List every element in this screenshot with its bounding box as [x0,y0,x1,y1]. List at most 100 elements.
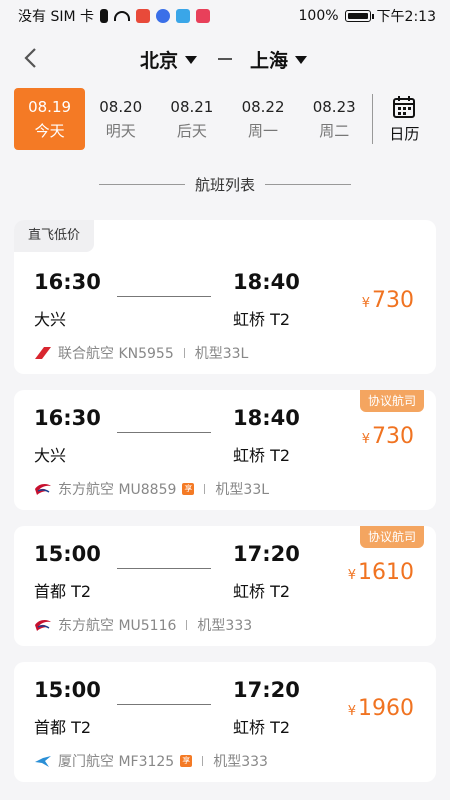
date-value: 08.22 [241,97,285,116]
date-item[interactable]: 08.21 后天 [156,88,227,150]
date-label: 明天 [105,121,136,140]
airline-flight: 东方航空 MU5116 [58,618,177,634]
date-item[interactable]: 08.20 明天 [85,88,156,150]
date-label: 后天 [176,121,207,140]
price-value: 1610 [358,560,414,585]
divider-line [265,184,351,185]
price-value: 730 [372,424,414,449]
price: ¥730 [362,288,414,313]
price: ¥1610 [348,560,414,585]
date-label: 周二 [319,121,350,140]
divider-line [98,184,185,185]
departure-time: 15:00 [34,678,101,702]
departure-airport: 首都 T2 [34,582,92,601]
section-title-text: 航班列表 [194,176,255,194]
xiamen-airlines-logo-icon [35,756,51,767]
battery-icon [344,10,374,22]
flight-info: 厦门航空 MF3125 享 机型333 [34,751,268,771]
price: ¥730 [362,424,414,449]
flight-card[interactable]: 直飞低价 16:30 大兴 18:40 虹桥 T2 ¥730 联合航空 KN59… [14,220,436,374]
date-label: 今天 [34,121,65,140]
airline-flight: 东方航空 MU8859 [58,482,177,498]
bulb-icon [156,9,170,23]
to-dropdown-icon [295,55,308,64]
calendar-label: 日历 [389,124,420,143]
date-value: 08.19 [28,97,72,116]
section-title: 航班列表 [0,174,450,195]
info-divider [204,484,206,494]
red-app-icon [196,9,210,23]
aircraft-type: 机型333 [213,754,268,770]
to-city: 上海 [250,50,289,72]
departure-airport: 大兴 [34,310,67,329]
aircraft-type: 机型333 [197,618,253,634]
route-line [117,568,211,569]
price: ¥1960 [348,696,414,721]
departure-airport: 大兴 [34,446,67,465]
to-city-selector[interactable]: 上海 [250,46,308,73]
from-dropdown-icon [185,55,198,64]
arrival-airport: 虹桥 T2 [233,310,291,329]
china-eastern-logo-icon [35,620,51,631]
flight-info: 联合航空 KN5955 机型33L [34,343,248,363]
flight-card[interactable]: 协议航司 16:30 大兴 18:40 虹桥 T2 ¥730 东方航空 MU88… [14,390,436,510]
arrival-airport: 虹桥 T2 [233,446,291,465]
from-city-selector[interactable]: 北京 [140,46,198,73]
info-divider [183,348,185,358]
clock: 下午2:13 [376,9,436,25]
flight-info: 东方航空 MU5116 机型333 [34,615,252,635]
aircraft-type: 机型33L [215,482,270,498]
wifi-icon [114,11,130,21]
agreement-airline-badge: 协议航司 [359,526,424,548]
departure-time: 16:30 [34,406,101,430]
departure-airport: 首都 T2 [34,718,92,737]
date-item[interactable]: 08.19 今天 [14,88,86,150]
airline-flight: 联合航空 KN5955 [58,346,174,362]
departure-time: 15:00 [34,542,101,566]
battery-percent: 100% [298,8,339,24]
arrival-time: 18:40 [233,270,300,294]
from-city: 北京 [140,50,179,72]
search-app-icon [176,9,190,23]
share-icon: 享 [180,755,193,767]
arrival-time: 17:20 [233,542,300,566]
currency-symbol: ¥ [347,568,356,583]
date-value: 08.21 [170,97,214,116]
route-line [117,704,211,705]
currency-symbol: ¥ [361,296,370,311]
calendar-button[interactable]: 日历 [373,88,436,150]
route-line [117,296,211,297]
flight-info: 东方航空 MU8859 享 机型33L [34,479,269,499]
price-value: 1960 [358,696,414,721]
status-left: 没有 SIM 卡 [18,6,210,26]
carrier-text: 没有 SIM 卡 [18,9,94,25]
arrival-time: 17:20 [233,678,300,702]
china-eastern-logo-icon [35,484,51,495]
back-arrow-icon [24,48,36,68]
currency-symbol: ¥ [361,432,370,447]
date-selector: 08.19 今天 08.20 明天 08.21 后天 08.22 周一 08.2… [14,88,436,150]
currency-symbol: ¥ [347,704,356,719]
airline-flight: 厦门航空 MF3125 [58,754,175,770]
book-icon [136,9,150,23]
direct-low-price-tag: 直飞低价 [14,220,95,252]
date-item[interactable]: 08.23 周二 [299,88,370,150]
agreement-airline-badge: 协议航司 [359,390,424,412]
info-divider [186,620,188,630]
arrival-airport: 虹桥 T2 [233,582,291,601]
alert-icon [100,9,108,23]
date-value: 08.20 [99,97,143,116]
status-right: 100% 下午2:13 [299,6,436,26]
arrival-time: 18:40 [233,406,300,430]
flight-card[interactable]: 15:00 首都 T2 17:20 虹桥 T2 ¥1960 厦门航空 MF312… [14,662,436,782]
date-item[interactable]: 08.22 周一 [227,88,298,150]
aircraft-type: 机型33L [194,346,249,362]
date-label: 周一 [248,121,279,140]
arrival-airport: 虹桥 T2 [233,718,291,737]
flight-card[interactable]: 协议航司 15:00 首都 T2 17:20 虹桥 T2 ¥1610 东方航空 … [14,526,436,646]
calendar-icon [393,95,416,118]
back-button[interactable] [16,44,44,72]
route-dash [218,58,232,60]
status-bar: 没有 SIM 卡 100% 下午2:13 [0,0,450,32]
departure-time: 16:30 [34,270,101,294]
